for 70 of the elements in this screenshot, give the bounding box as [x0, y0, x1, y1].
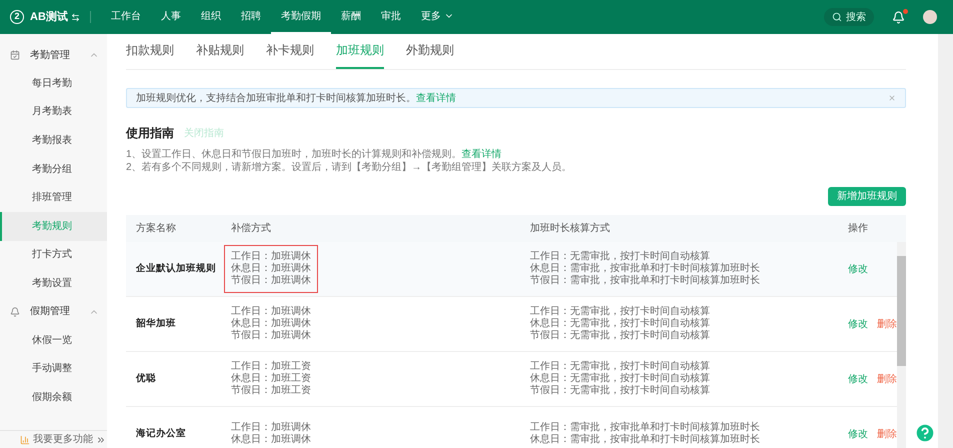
- org-name[interactable]: AB测试: [30, 8, 68, 26]
- plan-name: 海记办公室: [135, 426, 187, 441]
- bell-icon: [10, 306, 20, 317]
- edit-link[interactable]: 修改: [848, 316, 868, 332]
- nav-tab[interactable]: 人事: [150, 0, 191, 34]
- delete-link[interactable]: 删除: [877, 372, 897, 386]
- sidebar-item[interactable]: 每日考勤: [0, 69, 107, 98]
- calculation-cell-text: 工作日：无需审批，按打卡时间自动核算 休息日：无需审批，按打卡时间自动核算 节假日：无需审批，按打卡时间自动核算: [529, 361, 711, 397]
- nav-tab[interactable]: 工作台: [100, 0, 151, 34]
- close-icon[interactable]: [888, 94, 896, 102]
- plan-name: 企业默认加班规则: [135, 262, 217, 276]
- sidebar-item[interactable]: 打卡方式: [0, 240, 107, 270]
- plan-name: 优聪: [134, 372, 157, 386]
- nav-tab[interactable]: 考勤假期: [270, 0, 331, 34]
- compensation-cell-text: 工作日：加班调休 休息日：加班调休: [230, 420, 312, 447]
- edit-link[interactable]: 修改: [848, 262, 868, 276]
- column-header: 加班时长核算方式: [529, 222, 611, 236]
- table-scrollbar[interactable]: [897, 242, 906, 448]
- guide-text: 1、设置工作日、休息日和节假日加班时，加班时长的计算规则和补偿规则。: [126, 149, 462, 160]
- sidebar-item[interactable]: 考勤报表: [0, 126, 107, 155]
- nav-tab[interactable]: 招聘: [230, 0, 271, 34]
- search-icon: [832, 12, 842, 22]
- column-header: 方案名称: [135, 222, 177, 236]
- guide-title: 使用指南: [126, 125, 174, 142]
- calculation-cell-text: 工作日：无需审批，按打卡时间自动核算 休息日：需审批，按审批单和打卡时间核算加班时长 节假日：需审批，按审批单和打卡时间核算加班时长: [529, 251, 761, 287]
- sidebar-item[interactable]: 手动调整: [0, 354, 107, 383]
- details-link[interactable]: 查看详情: [416, 90, 456, 106]
- plan-name: 韶华加班: [134, 316, 177, 331]
- guide-text: 2、若有多个不同规则，请新增方案。设置后，请到【考勤分组】→【考勤组管理】关联方案及人员。: [126, 162, 572, 173]
- delete-link[interactable]: 删除: [877, 426, 897, 442]
- edit-link[interactable]: 修改: [848, 372, 868, 386]
- avatar[interactable]: [923, 10, 937, 24]
- nav-tab[interactable]: 更多: [410, 0, 464, 34]
- compensation-cell-text: 工作日：加班工资 休息日：加班工资 节假日：加班工资: [230, 360, 312, 398]
- sidebar-group[interactable]: 假期管理: [0, 298, 107, 326]
- calculation-cell-text: 工作日：无需审批，按打卡时间自动核算 休息日：无需审批，按打卡时间自动核算 节假日：无需审批，按打卡时间自动核算: [529, 306, 711, 342]
- help-button[interactable]: [914, 422, 936, 444]
- sidebar-item[interactable]: 排班管理: [0, 183, 107, 212]
- nav-tab[interactable]: 薪酬: [330, 0, 371, 34]
- sidebar-group[interactable]: 考勤管理: [0, 41, 107, 69]
- compensation-cell: 工作日：加班调休 休息日：加班调休 节假日：加班调休: [224, 245, 318, 293]
- search-field[interactable]: 搜索: [824, 8, 874, 26]
- rule-tab[interactable]: 加班规则: [336, 41, 384, 69]
- sidebar-item[interactable]: 休假一览: [0, 326, 107, 354]
- rule-tab[interactable]: 补卡规则: [266, 41, 314, 69]
- switch-icon[interactable]: [70, 12, 80, 22]
- more-features-link[interactable]: 我要更多功能: [0, 430, 107, 448]
- details-link[interactable]: 查看详情: [462, 149, 502, 160]
- calendar-icon: [10, 50, 20, 60]
- delete-link[interactable]: 删除: [877, 316, 897, 332]
- nav-tab[interactable]: 组织: [190, 0, 231, 34]
- add-rule-button[interactable]: 新增加班规则: [828, 187, 906, 206]
- sidebar-item[interactable]: 假期余额: [0, 382, 107, 412]
- rule-tab[interactable]: 外勤规则: [406, 41, 454, 69]
- nav-tab[interactable]: 审批: [370, 0, 411, 34]
- sidebar-item[interactable]: 月考勤表: [0, 98, 107, 126]
- calculation-cell-text: 工作日：需审批，按审批单和打卡时间核算加班时长 休息日：需审批，按审批单和打卡时间核算加班时长: [529, 422, 761, 446]
- sidebar-item[interactable]: 考勤分组: [0, 154, 107, 184]
- compensation-cell-text: 工作日：加班调休 休息日：加班调休 节假日：加班调休: [230, 304, 312, 343]
- notification-icon[interactable]: [892, 10, 905, 24]
- rule-tab[interactable]: 补贴规则: [196, 41, 244, 69]
- sidebar-item[interactable]: 考勤设置: [0, 269, 107, 298]
- logo: 2: [10, 10, 24, 24]
- column-header: 操作: [847, 222, 869, 236]
- chart-icon: [20, 434, 30, 444]
- chevrons-icon: [96, 434, 106, 444]
- notice-text: 加班规则优化，支持结合加班审批单和打卡时间核算加班时长。: [136, 92, 416, 106]
- rule-tab[interactable]: 扣款规则: [126, 41, 174, 69]
- column-header: 补偿方式: [230, 222, 272, 236]
- edit-link[interactable]: 修改: [848, 426, 868, 442]
